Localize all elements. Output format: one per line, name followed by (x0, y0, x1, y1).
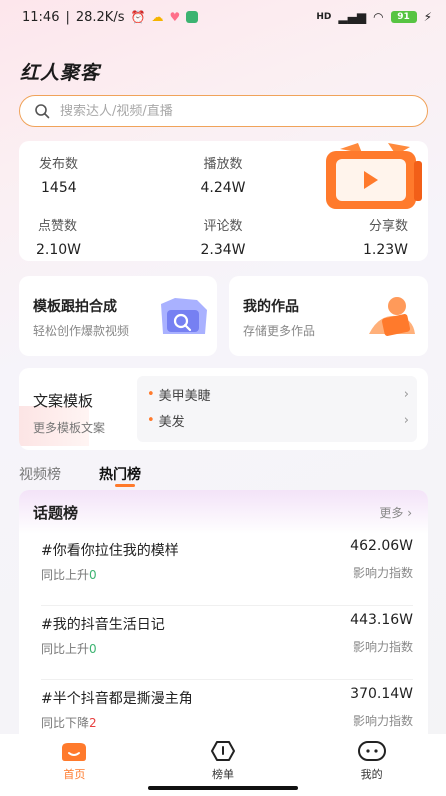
stat-likes: 点赞数 2.10W (36, 219, 82, 258)
wifi-icon: ◠ (373, 10, 384, 24)
template-card-subtitle: 轻松创作爆款视频 (33, 324, 130, 338)
copy-template-item[interactable]: • 美甲美睫 › (147, 385, 409, 404)
tabbar-profile[interactable]: 我的 (297, 734, 446, 796)
topic-ranking-title: 话题榜 (28, 499, 79, 522)
app-logo: 红人聚客 (20, 62, 101, 84)
template-illustration-icon (161, 298, 207, 334)
weather-icon: ☁ (151, 10, 164, 24)
app-notification-icon (186, 11, 199, 23)
copy-template-card[interactable]: 文案模板 更多模板文案 • 美甲美睫 › • 美发 › (19, 368, 428, 450)
works-illustration-icon (369, 297, 415, 336)
alarm-icon: ⏰ (130, 10, 146, 24)
template-card-title: 模板跟拍合成 (33, 299, 117, 315)
tab-video-rank[interactable]: 视频榜 (19, 464, 61, 484)
my-works-subtitle: 存储更多作品 (243, 324, 316, 338)
search-input[interactable] (60, 103, 380, 119)
stat-views: 播放数 4.24W (200, 157, 246, 196)
copy-template-subtitle: 更多模板文案 (33, 421, 106, 435)
rank-icon (211, 741, 235, 761)
my-works-title: 我的作品 (243, 299, 299, 315)
status-speed: 28.2K/s (75, 9, 125, 25)
status-bar: 11:46 | 28.2K/s ⏰ ☁ ♥ HD ▂▄▆ ◠ 91 ⚡ (22, 9, 432, 25)
topic-ranking-panel: 话题榜 更多 › #你看你拉住我的模样 同比上升0 462.06W 影响力指数 … (19, 490, 428, 734)
signal-icon: ▂▄▆ (338, 10, 367, 24)
template-card[interactable]: 模板跟拍合成 轻松创作爆款视频 (19, 276, 217, 356)
battery-icon: 91 (390, 11, 417, 23)
chevron-right-icon: › (403, 387, 409, 402)
more-button[interactable]: 更多 › (379, 504, 412, 521)
tab-hot-rank[interactable]: 热门榜 (99, 464, 141, 487)
notification-icon: ♥ (169, 10, 181, 24)
ranking-tabs: 视频榜 热门榜 (19, 464, 141, 487)
stat-posts: 发布数 1454 (39, 157, 79, 196)
charging-icon: ⚡ (423, 10, 432, 24)
profile-icon (357, 741, 386, 761)
home-indicator (148, 786, 298, 790)
search-icon (35, 104, 50, 119)
chevron-right-icon: › (403, 413, 409, 428)
my-works-card[interactable]: 我的作品 存储更多作品 (229, 276, 428, 356)
tabbar-home[interactable]: 首页 (0, 734, 149, 796)
stat-shares: 分享数 1.23W (362, 219, 408, 258)
copy-template-item[interactable]: • 美发 › (147, 411, 409, 430)
topic-row[interactable]: #我的抖音生活日记 同比上升0 443.16W 影响力指数 (41, 608, 413, 680)
copy-template-title: 文案模板 (33, 392, 94, 410)
tv-illustration (326, 143, 422, 209)
status-time: 11:46 (22, 9, 60, 25)
stat-comments: 评论数 2.34W (200, 219, 246, 258)
search-bar[interactable] (19, 95, 428, 127)
topic-row[interactable]: #你看你拉住我的模样 同比上升0 462.06W 影响力指数 (41, 534, 413, 606)
network-type: HD (316, 12, 332, 22)
home-icon (62, 743, 87, 761)
chevron-right-icon: › (407, 505, 412, 520)
topic-row[interactable]: #半个抖音都是撕漫主角 同比下降2 370.14W 影响力指数 (41, 682, 413, 734)
